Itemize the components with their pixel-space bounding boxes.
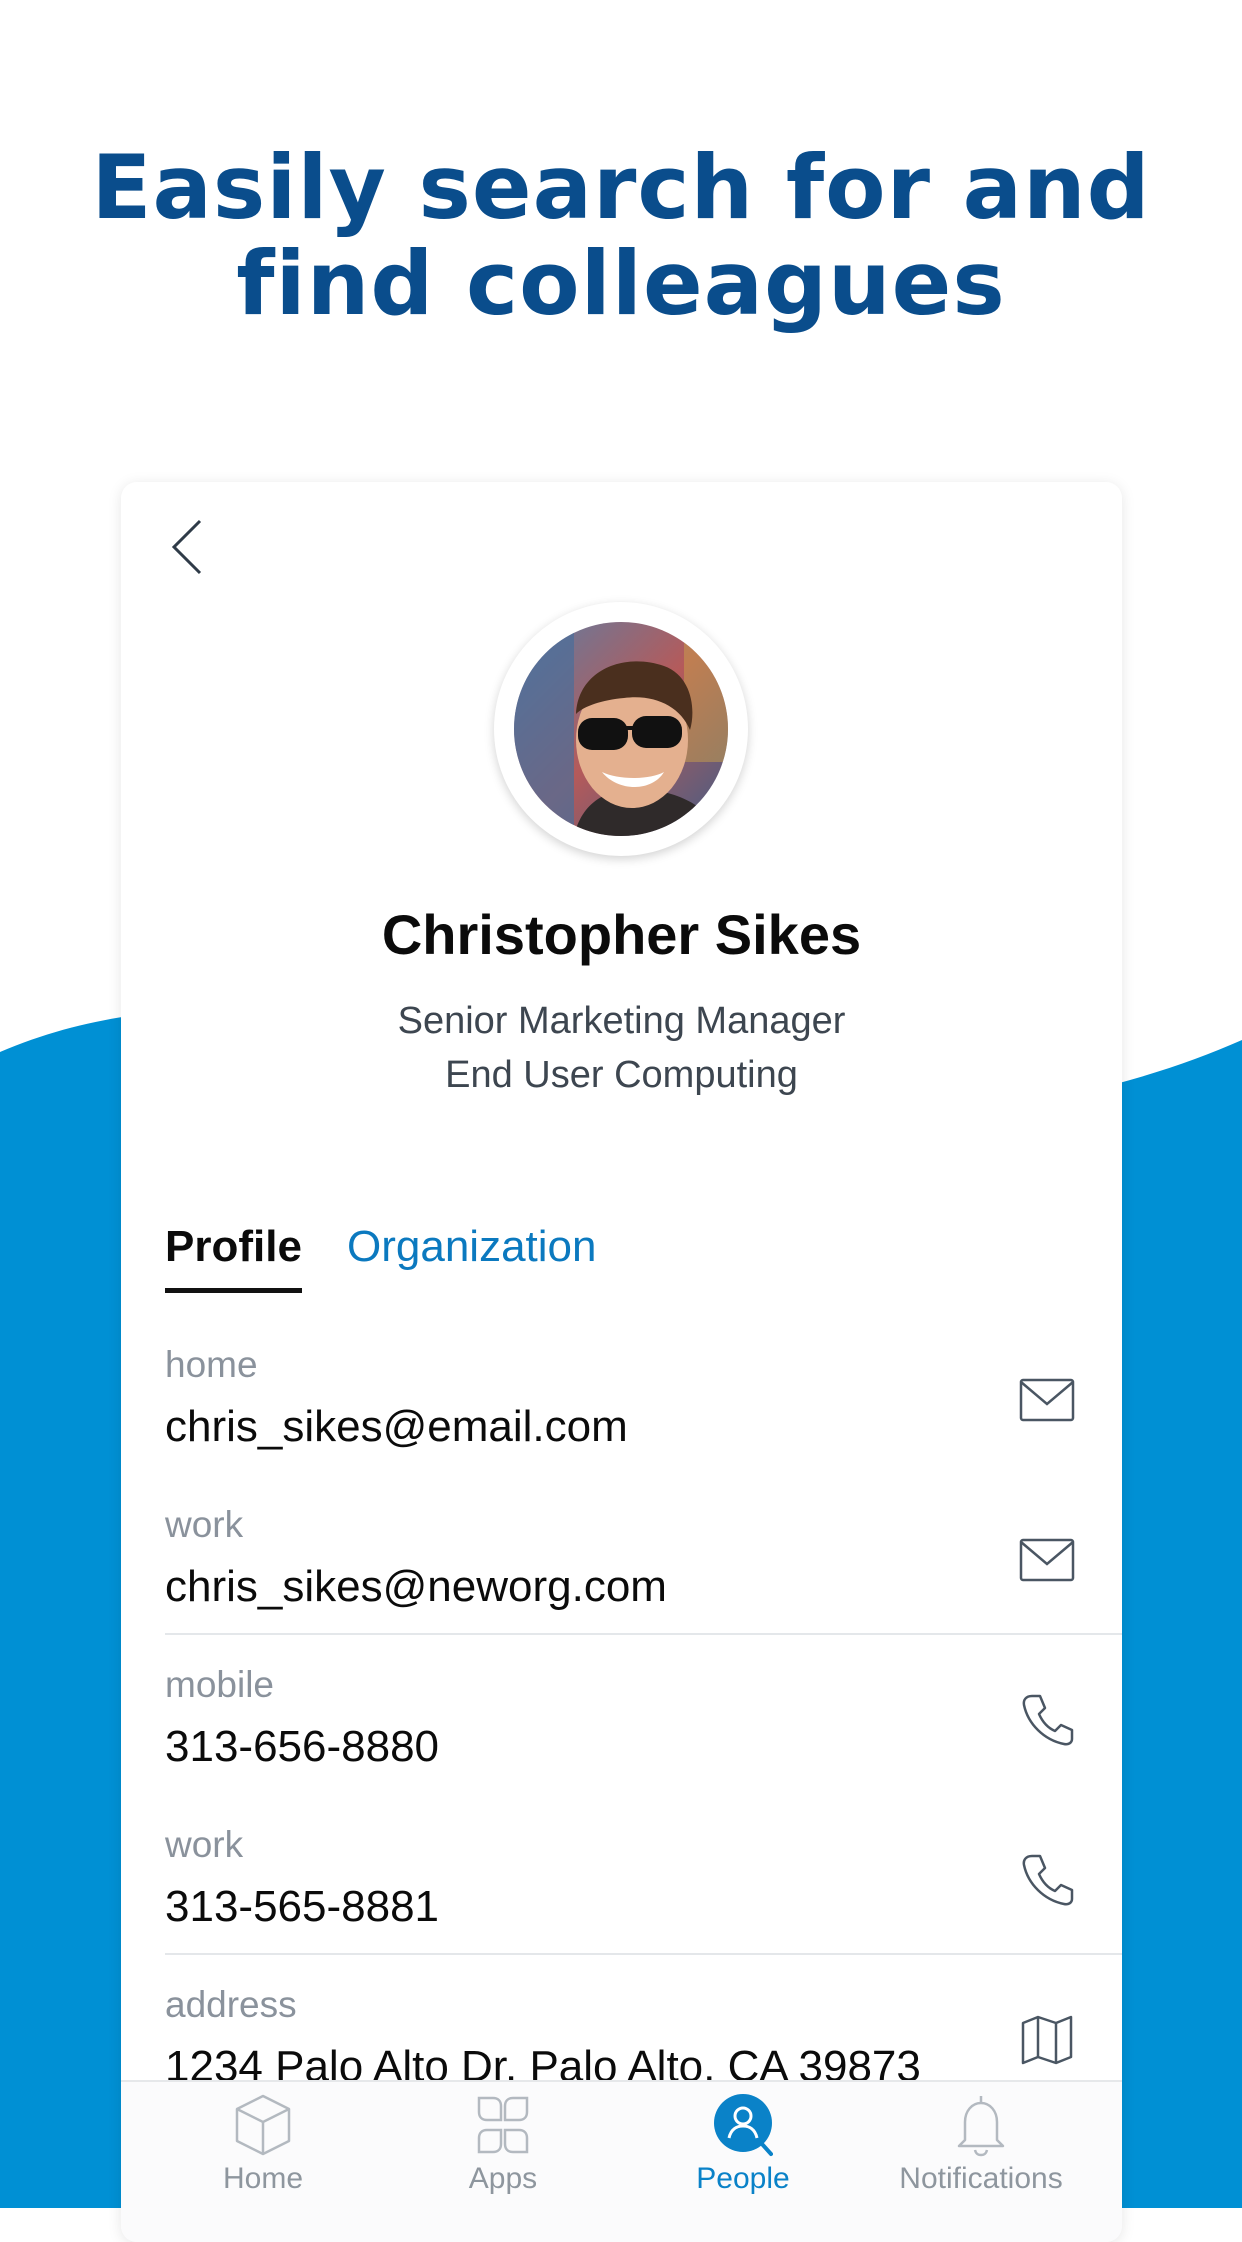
map-icon bbox=[1021, 2015, 1073, 2065]
mail-icon bbox=[1019, 1538, 1075, 1582]
divider bbox=[165, 1633, 1122, 1635]
avatar-photo bbox=[514, 622, 728, 836]
field-value: chris_sikes@email.com bbox=[165, 1402, 628, 1451]
profile-card: Christopher Sikes Senior Marketing Manag… bbox=[121, 482, 1122, 2242]
field-label: work bbox=[165, 1504, 244, 1545]
nav-home[interactable]: Home bbox=[143, 2082, 383, 2212]
cube-icon bbox=[235, 2094, 291, 2156]
headline-line-2: find colleagues bbox=[236, 232, 1006, 335]
contact-field-work-phone: work 313-565-8881 bbox=[165, 1824, 1122, 1984]
tab-profile[interactable]: Profile bbox=[165, 1222, 302, 1293]
field-value: 313-565-8881 bbox=[165, 1882, 440, 1931]
phone-icon bbox=[1022, 1694, 1074, 1746]
phone-icon bbox=[1022, 1854, 1074, 1906]
field-label: work bbox=[165, 1824, 244, 1865]
mail-icon bbox=[1019, 1378, 1075, 1422]
email-home-button[interactable] bbox=[1017, 1372, 1077, 1428]
nav-label: People bbox=[696, 2162, 790, 2195]
nav-people[interactable]: People bbox=[623, 2082, 863, 2212]
person-search-icon bbox=[714, 2094, 773, 2156]
call-mobile-button[interactable] bbox=[1017, 1692, 1077, 1748]
back-button[interactable] bbox=[157, 512, 217, 582]
divider bbox=[165, 1953, 1122, 1955]
nav-label: Home bbox=[222, 2162, 304, 2195]
open-map-button[interactable] bbox=[1017, 2012, 1077, 2068]
avatar-ring bbox=[494, 602, 748, 856]
nav-notifications[interactable]: Notifications bbox=[861, 2082, 1101, 2212]
bell-icon bbox=[957, 2096, 1005, 2157]
page-headline: Easily search for and find colleagues bbox=[0, 140, 1242, 332]
field-label: address bbox=[165, 1984, 297, 2025]
profile-department: End User Computing bbox=[445, 1054, 798, 1096]
field-label: mobile bbox=[165, 1664, 274, 1705]
headline-line-1: Easily search for and bbox=[91, 136, 1151, 239]
avatar bbox=[514, 622, 728, 836]
field-value: 313-656-8880 bbox=[165, 1722, 440, 1771]
field-label: home bbox=[165, 1344, 258, 1385]
tab-organization[interactable]: Organization bbox=[347, 1222, 596, 1272]
profile-name: Christopher Sikes bbox=[381, 903, 862, 966]
bottom-tab-bar: Home Apps People Notifications bbox=[121, 2080, 1122, 2242]
contact-field-mobile-phone: mobile 313-656-8880 bbox=[165, 1664, 1122, 1824]
nav-label: Apps bbox=[468, 2162, 538, 2195]
field-value: chris_sikes@neworg.com bbox=[165, 1562, 667, 1611]
call-work-button[interactable] bbox=[1017, 1852, 1077, 1908]
contact-field-work-email: work chris_sikes@neworg.com bbox=[165, 1504, 1122, 1664]
contact-field-home-email: home chris_sikes@email.com bbox=[165, 1344, 1122, 1504]
nav-label: Notifications bbox=[899, 2162, 1063, 2195]
chevron-left-icon bbox=[171, 519, 202, 575]
nav-apps[interactable]: Apps bbox=[383, 2082, 623, 2212]
profile-job-title: Senior Marketing Manager bbox=[397, 1000, 846, 1042]
email-work-button[interactable] bbox=[1017, 1532, 1077, 1588]
apps-grid-icon bbox=[477, 2096, 529, 2154]
